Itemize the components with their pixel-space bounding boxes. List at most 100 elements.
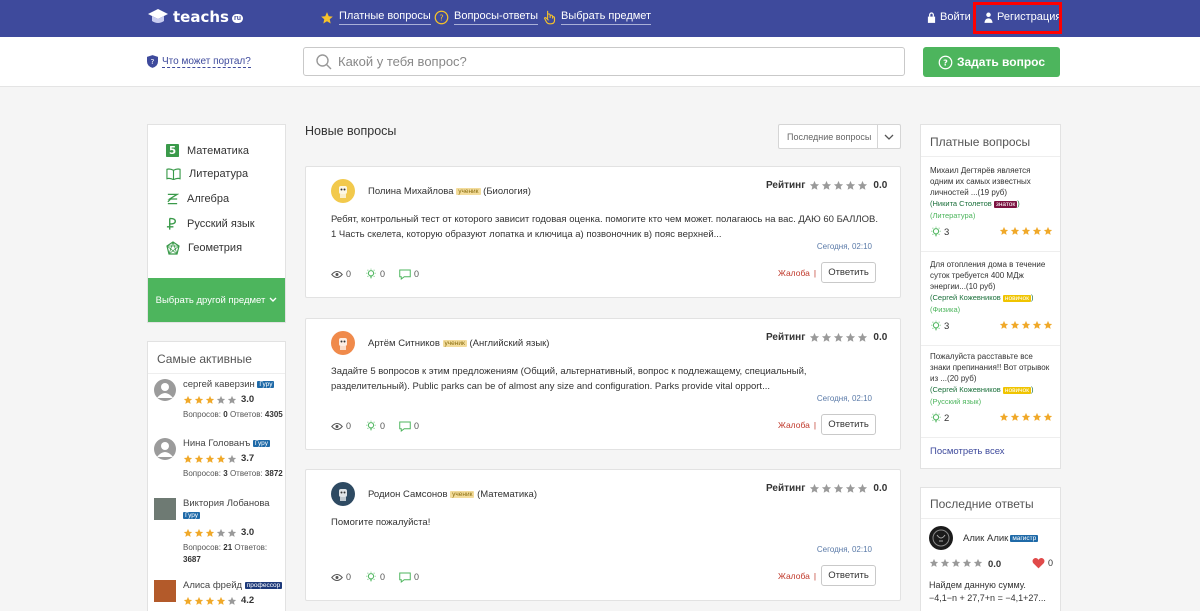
star-icon bbox=[999, 412, 1009, 421]
comment-icon bbox=[399, 572, 411, 583]
subject-label: Математика bbox=[187, 144, 249, 157]
paid-questions-card: Платные вопросы Михаил Дегтярёв является… bbox=[920, 124, 1061, 469]
likes-count: 0 bbox=[365, 268, 385, 280]
geometry-icon bbox=[166, 241, 180, 255]
views-count: 0 bbox=[331, 421, 351, 431]
login-label: Войти bbox=[940, 11, 971, 23]
subject-label: Русский язык bbox=[187, 218, 255, 230]
question-circle-icon: ? bbox=[434, 10, 449, 25]
author-badge: новичок bbox=[1002, 295, 1031, 302]
star-icon bbox=[1032, 320, 1042, 329]
search-bar-area: ? Что может портал? Какой у тебя вопрос?… bbox=[0, 37, 1200, 87]
answer-button[interactable]: Ответить bbox=[821, 262, 876, 283]
paid-questions-title: Платные вопросы bbox=[921, 125, 1060, 157]
subject-item-literature[interactable]: Литература bbox=[166, 168, 248, 180]
question-text[interactable]: Помогите пожалуйста! bbox=[331, 516, 881, 531]
star-icon bbox=[858, 180, 868, 190]
comments-count: 0 bbox=[399, 269, 419, 280]
paid-question-author[interactable]: (Никита Столетов знаток) bbox=[930, 198, 1054, 210]
site-logo[interactable]: teachs ru bbox=[147, 7, 243, 27]
author-name[interactable]: Артём Ситников bbox=[368, 338, 440, 349]
paid-question-author[interactable]: (Сергей Кожевников новичок) bbox=[930, 292, 1054, 304]
question-card[interactable]: Артём Ситников ученик (Английский язык) Р… bbox=[305, 318, 901, 450]
subject-label: Алгебра bbox=[187, 193, 230, 205]
paid-question-item[interactable]: Михаил Дегтярёв является одним их самых … bbox=[930, 165, 1054, 239]
paid-question-author[interactable]: (Сергей Кожевников новичок) bbox=[930, 384, 1054, 396]
question-rating: Рейтинг 0.0 bbox=[766, 332, 887, 343]
star-icon bbox=[205, 395, 215, 404]
star-icon bbox=[810, 180, 820, 190]
user-badge: Гуру bbox=[183, 512, 201, 519]
paid-question-item[interactable]: Пожалуйста расставьте все знаки препинан… bbox=[930, 351, 1054, 425]
last-answers-card: Последние ответы Алик Алик магистр 0.0 0… bbox=[920, 487, 1061, 611]
avatar bbox=[154, 379, 176, 401]
star-icon bbox=[1021, 320, 1031, 329]
comment-icon bbox=[399, 421, 411, 432]
question-text[interactable]: Задайте 5 вопросов к этим предложениям (… bbox=[331, 365, 881, 394]
lightbulb-icon bbox=[366, 571, 376, 582]
subject-item-russian[interactable]: Русский язык bbox=[166, 217, 255, 231]
user-stats: Вопросов: 21 Ответов: 3687 bbox=[183, 543, 268, 564]
avatar bbox=[154, 498, 176, 520]
search-input[interactable]: Какой у тебя вопрос? bbox=[303, 47, 905, 76]
question-meta: 0 0 0 bbox=[331, 268, 433, 280]
paid-question-item[interactable]: Для отопления дома в течение суток требу… bbox=[930, 259, 1054, 333]
subject-item-algebra[interactable]: Алгебра bbox=[166, 192, 229, 206]
last-answers-title: Последние ответы bbox=[921, 488, 1060, 519]
paid-question-text[interactable]: Михаил Дегтярёв является одним их самых … bbox=[930, 165, 1054, 198]
star-icon bbox=[834, 180, 844, 190]
rating-value: 0.0 bbox=[988, 559, 1002, 570]
answers-count: 3 bbox=[930, 320, 949, 332]
sort-select[interactable]: Последние вопросы bbox=[778, 124, 901, 149]
login-link[interactable]: Войти bbox=[927, 11, 971, 23]
star-icon bbox=[1021, 226, 1031, 235]
subject-item-geometry[interactable]: Геометрия bbox=[166, 241, 242, 255]
star-icon bbox=[940, 558, 950, 567]
question-text[interactable]: Ребят, контрольный тест от которого зави… bbox=[331, 213, 881, 242]
question-rating: Рейтинг 0.0 bbox=[766, 180, 887, 191]
like-button[interactable]: 0 bbox=[1032, 557, 1053, 569]
subject-item-math[interactable]: 5 Математика bbox=[166, 144, 249, 157]
book-icon bbox=[166, 168, 181, 180]
star-icon bbox=[822, 180, 832, 190]
paid-question-text[interactable]: Пожалуйста расставьте все знаки препинан… bbox=[930, 351, 1054, 384]
nav-label: Платные вопросы bbox=[339, 10, 431, 25]
views-count: 0 bbox=[331, 572, 351, 582]
lightbulb-icon bbox=[931, 226, 941, 237]
star-icon bbox=[1032, 412, 1042, 421]
answer-button[interactable]: Ответить bbox=[821, 565, 876, 586]
question-card[interactable]: Полина Михайлова ученик (Биология) Рейтин… bbox=[305, 166, 901, 298]
nav-choose-subject[interactable]: Выбрать предмет bbox=[543, 10, 652, 25]
star-icon bbox=[846, 483, 856, 493]
star-icon bbox=[846, 332, 856, 342]
question-card[interactable]: Родион Самсонов ученик (Математика) Рейти… bbox=[305, 469, 901, 601]
complain-link[interactable]: Жалоба | bbox=[778, 268, 816, 278]
star-icon bbox=[205, 596, 215, 605]
paid-question-text[interactable]: Для отопления дома в течение суток требу… bbox=[930, 259, 1054, 292]
search-placeholder: Какой у тебя вопрос? bbox=[338, 54, 467, 69]
user-rating: 4.2 bbox=[183, 595, 254, 606]
rating-label: Рейтинг bbox=[766, 180, 806, 191]
see-all-link[interactable]: Посмотреть всех bbox=[930, 446, 1005, 457]
author-name[interactable]: Полина Михайлова bbox=[368, 186, 454, 197]
star-icon bbox=[810, 483, 820, 493]
star-icon bbox=[1032, 226, 1042, 235]
star-icon bbox=[1010, 412, 1020, 421]
complain-link[interactable]: Жалоба | bbox=[778, 420, 816, 430]
nav-paid-questions[interactable]: Платные вопросы bbox=[320, 10, 431, 25]
star-icon bbox=[951, 558, 961, 567]
pick-other-subject-button[interactable]: Выбрать другой предмет bbox=[148, 278, 285, 322]
star-icon bbox=[834, 483, 844, 493]
ask-question-button[interactable]: ? Задать вопрос bbox=[923, 47, 1060, 77]
author-name[interactable]: Родион Самсонов bbox=[368, 489, 448, 500]
last-answer-user[interactable]: Алик Алик магистр bbox=[929, 526, 1039, 550]
complain-link[interactable]: Жалоба | bbox=[778, 571, 816, 581]
user-rating: 3.0 bbox=[183, 527, 254, 538]
star-icon bbox=[216, 454, 226, 463]
answer-button[interactable]: Ответить bbox=[821, 414, 876, 435]
portal-info-link[interactable]: ? Что может портал? bbox=[147, 55, 251, 68]
nav-label: Вопросы-ответы bbox=[454, 10, 539, 25]
paid-question-subject: (Русский язык) bbox=[930, 397, 982, 406]
nav-questions-answers[interactable]: ? Вопросы-ответы bbox=[434, 10, 539, 25]
star-icon bbox=[227, 596, 237, 605]
